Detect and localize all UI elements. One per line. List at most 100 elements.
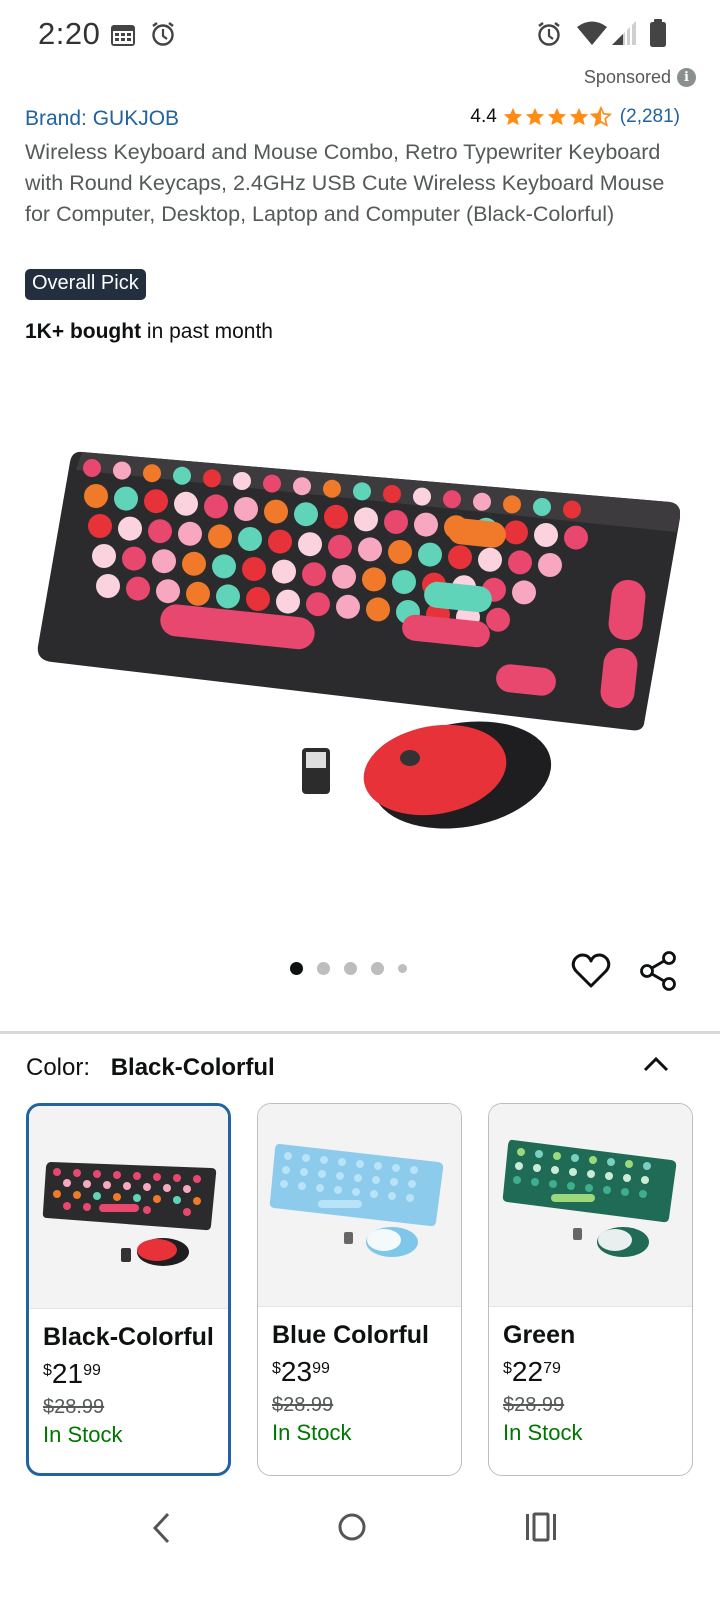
swatch-image <box>42 1162 217 1266</box>
variant-name: Green <box>503 1321 576 1349</box>
keycap <box>152 549 176 574</box>
price-currency: $ <box>272 1360 281 1377</box>
keycap <box>263 474 281 493</box>
swatch-image <box>502 1139 677 1257</box>
variant-name: Blue Colorful <box>272 1321 429 1349</box>
half-star-icon <box>589 106 612 127</box>
product-image[interactable] <box>30 440 680 840</box>
keycap <box>212 554 236 579</box>
star-icon <box>569 107 588 126</box>
chevron-up-icon[interactable] <box>641 1052 671 1076</box>
keycap <box>246 587 270 611</box>
stock-status: In Stock <box>272 1420 352 1445</box>
calendar-icon <box>111 25 135 46</box>
keycap <box>384 510 408 534</box>
swatch-thumbnail <box>489 1104 692 1307</box>
keycap <box>178 521 202 546</box>
keycap <box>113 461 131 480</box>
color-swatch-black-colorful[interactable]: Black-Colorful $ 21 99 $28.99 In Stock <box>26 1103 231 1476</box>
keycap <box>293 477 311 496</box>
variant-price: $ 22 79 <box>503 1356 678 1388</box>
rating-value: 4.4 <box>470 106 497 127</box>
price-whole: 21 <box>51 1358 84 1389</box>
swatch-image <box>269 1143 444 1257</box>
keycap <box>473 492 491 511</box>
keycap <box>324 504 348 529</box>
carousel-dot[interactable] <box>317 962 330 975</box>
home-icon[interactable] <box>336 1510 368 1544</box>
carousel-dot[interactable] <box>371 962 384 975</box>
overall-pick-badge: Overall Pick <box>25 269 146 300</box>
product-title[interactable]: Wireless Keyboard and Mouse Combo, Retro… <box>25 137 685 230</box>
alarm-icon <box>538 22 560 46</box>
price-fraction: 79 <box>543 1360 561 1377</box>
system-nav-bar <box>0 1490 720 1570</box>
list-price: $28.99 <box>503 1394 565 1416</box>
section-divider <box>0 1031 720 1034</box>
keycap <box>366 597 390 622</box>
rating-summary[interactable]: 4.4 (2,281) <box>470 106 680 128</box>
keycap <box>143 464 161 483</box>
keycap <box>564 525 588 550</box>
keycap <box>486 607 510 632</box>
list-price: $28.99 <box>43 1396 105 1418</box>
keycap <box>186 581 210 606</box>
sponsored-label[interactable]: Sponsored i <box>584 67 696 88</box>
keycap <box>92 544 116 568</box>
color-selector-header[interactable]: Color: Black-Colorful <box>26 1054 275 1082</box>
list-price: $28.99 <box>272 1394 334 1416</box>
keycap <box>302 562 326 587</box>
keycap <box>392 570 416 594</box>
keycap <box>122 546 146 571</box>
keycap <box>294 502 318 527</box>
price-whole: 23 <box>280 1356 313 1387</box>
star-icon <box>525 107 544 126</box>
recent-apps-icon[interactable] <box>524 1512 558 1542</box>
keycap <box>413 487 431 506</box>
keycap <box>443 490 461 509</box>
keycap <box>126 576 150 601</box>
keycap <box>148 519 172 544</box>
keycap <box>538 553 562 577</box>
keycap <box>448 545 472 570</box>
keycap <box>174 491 198 516</box>
color-swatch-green[interactable]: Green $ 22 79 $28.99 In Stock <box>488 1103 693 1476</box>
star-icon <box>503 107 522 126</box>
share-icon[interactable] <box>638 950 680 992</box>
variant-name: Black-Colorful <box>43 1323 214 1351</box>
keycap <box>118 516 142 541</box>
brand-link[interactable]: Brand: GUKJOB <box>25 107 179 131</box>
keycap <box>173 466 191 485</box>
carousel-dot[interactable] <box>398 964 407 973</box>
color-swatch-blue-colorful[interactable]: Blue Colorful $ 23 99 $28.99 In Stock <box>257 1103 462 1476</box>
back-icon[interactable] <box>150 1510 174 1546</box>
carousel-dot[interactable] <box>290 962 303 975</box>
keycap <box>503 495 521 514</box>
keycap <box>388 540 412 564</box>
keycap <box>144 489 168 514</box>
keycap <box>156 579 180 604</box>
keycap <box>508 550 532 575</box>
keycap <box>88 514 112 538</box>
keycap <box>238 527 262 551</box>
wifi-icon <box>577 21 607 45</box>
keycap <box>83 459 101 477</box>
carousel-dot[interactable] <box>344 962 357 975</box>
bought-count-rest: in past month <box>141 320 273 343</box>
image-carousel-dots[interactable] <box>290 962 407 975</box>
swatch-thumbnail <box>258 1104 461 1307</box>
keycap <box>268 529 292 554</box>
keycap <box>208 524 232 549</box>
star-rating-icons <box>502 106 612 128</box>
wishlist-heart-icon[interactable] <box>570 950 612 992</box>
stock-status: In Stock <box>43 1422 123 1447</box>
info-icon[interactable]: i <box>677 68 696 87</box>
color-label: Color: <box>26 1054 91 1081</box>
price-fraction: 99 <box>83 1362 101 1379</box>
keycap <box>328 534 352 559</box>
keycap <box>512 580 536 605</box>
rating-count-link[interactable]: (2,281) <box>620 106 680 128</box>
keycap <box>306 592 330 617</box>
status-time: 2:20 <box>38 16 101 51</box>
keycap <box>96 574 120 598</box>
